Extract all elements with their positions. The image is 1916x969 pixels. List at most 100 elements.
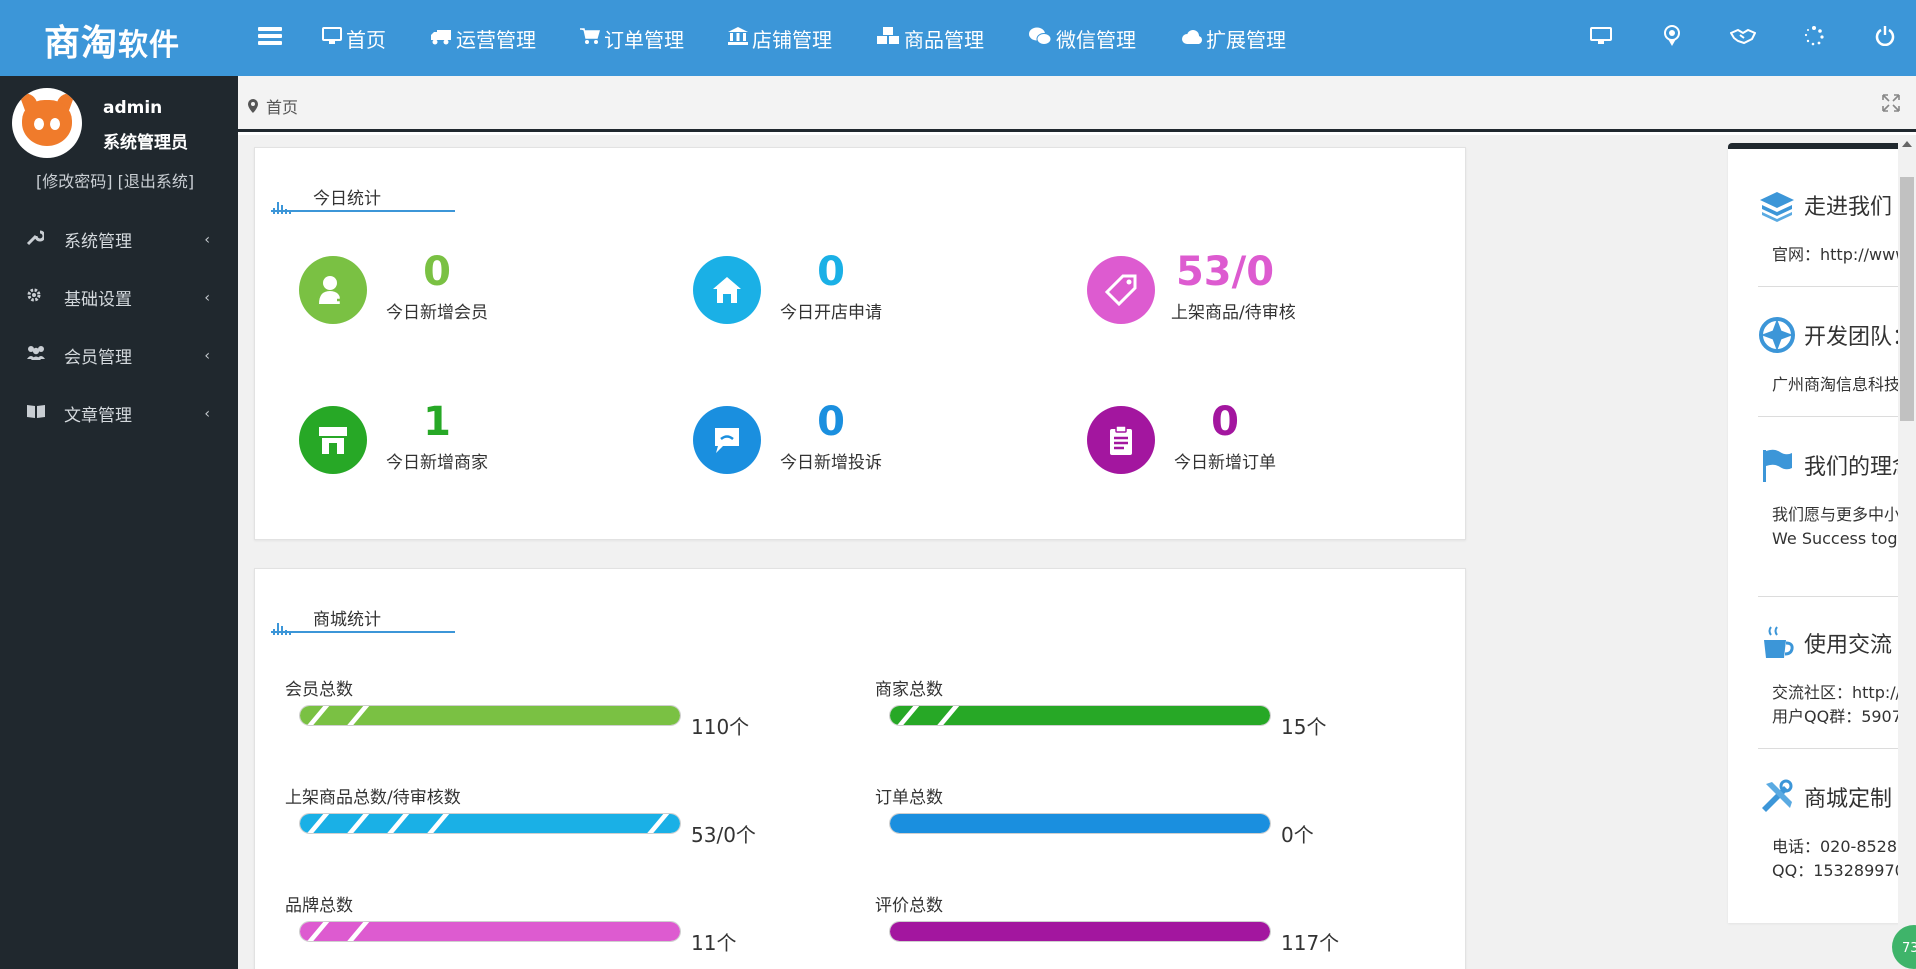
handshake-icon[interactable] — [1729, 26, 1757, 50]
cart-icon — [580, 26, 600, 50]
info-line: 电话：020-85289921 — [1772, 837, 1898, 856]
progress-stripe — [303, 706, 331, 725]
info-line: We Success together! — [1772, 529, 1898, 548]
nav-products[interactable]: 商品管理 — [876, 24, 984, 53]
nav-label: 商品管理 — [904, 27, 984, 52]
chart-bars-icon — [273, 200, 293, 214]
chat-icon — [693, 406, 761, 474]
stat-new-orders[interactable]: 0 今日新增订单 — [1087, 400, 1387, 480]
progress-fill — [890, 706, 1270, 725]
top-right-tools — [1543, 0, 1898, 76]
wechat-icon — [1028, 26, 1052, 51]
breadcrumb: 首页 — [248, 94, 298, 118]
progress-value: 0个 — [1281, 823, 1314, 847]
info-about: 走进我们 官网：http://www.wstmart.net — [1758, 185, 1898, 287]
nav-stores[interactable]: 店铺管理 — [728, 24, 832, 53]
store-icon — [299, 406, 367, 474]
fullscreen-icon[interactable] — [1882, 94, 1900, 112]
top-header: 商淘软件 首页 运营管理 订单管理 店铺管理 商品管理 微信管理 扩展管理 — [0, 0, 1916, 76]
progress-fill — [300, 922, 680, 941]
nav-extensions[interactable]: 扩展管理 — [1180, 24, 1286, 53]
stat-new-merchants[interactable]: 1 今日新增商家 — [299, 400, 599, 480]
scroll-thumb[interactable] — [1900, 177, 1914, 421]
progress-stripe — [933, 706, 961, 725]
info-team: 开发团队： 广州商淘信息科技有限公司 — [1758, 315, 1898, 417]
nav-wechat[interactable]: 微信管理 — [1028, 24, 1136, 53]
main-content: 今日统计 0 今日新增会员 0 今日开店申请 53/0 上架商品/待审核 1 今… — [238, 135, 1898, 969]
users-icon — [26, 345, 48, 365]
logo[interactable]: 商淘软件 — [44, 14, 180, 66]
info-head: 商城定制 — [1758, 777, 1892, 817]
nav-label: 店铺管理 — [752, 27, 832, 52]
info-line: 广州商淘信息科技有限公司 — [1772, 375, 1898, 394]
info-body: 交流社区：http://bbs.shangtao.net 用户QQ群：59075… — [1772, 681, 1898, 729]
stat-new-members[interactable]: 0 今日新增会员 — [299, 250, 599, 330]
progress-stripe — [423, 814, 451, 833]
scroll-up-arrow-icon[interactable] — [1902, 141, 1912, 147]
progress-label: 会员总数 — [285, 680, 353, 700]
panel-title-text: 商城统计 — [313, 610, 381, 630]
progress-value: 15个 — [1281, 715, 1327, 739]
progress-track — [299, 705, 681, 726]
sidebar-item-settings[interactable]: 基础设置 ‹ — [0, 268, 238, 326]
info-line[interactable]: 官网：http://www.wstmart.net — [1772, 243, 1898, 267]
today-stats-panel: 今日统计 0 今日新增会员 0 今日开店申请 53/0 上架商品/待审核 1 今… — [254, 147, 1466, 540]
progress-value: 11个 — [691, 931, 737, 955]
cloud-icon — [1180, 26, 1202, 50]
progress-orders: 订单总数 0个 — [875, 783, 1415, 847]
bank-icon — [728, 26, 748, 50]
sidebar-item-members[interactable]: 会员管理 ‹ — [0, 326, 238, 384]
logout-link[interactable]: [退出系统] — [118, 172, 195, 191]
menu-toggle-icon[interactable] — [258, 24, 282, 52]
home-icon — [693, 256, 761, 324]
nav-label: 运营管理 — [456, 27, 536, 52]
logo-text: 商淘 — [44, 22, 119, 64]
sidebar-item-label: 会员管理 — [64, 347, 132, 368]
map-pin-icon — [248, 99, 258, 113]
sidebar-item-articles[interactable]: 文章管理 ‹ — [0, 384, 238, 442]
chevron-left-icon: ‹ — [204, 406, 210, 422]
sidebar-item-system[interactable]: 系统管理 ‹ — [0, 210, 238, 268]
progress-stripe — [303, 814, 331, 833]
stat-products-on-shelf[interactable]: 53/0 上架商品/待审核 — [1087, 250, 1387, 330]
change-password-link[interactable]: [修改密码] — [36, 172, 113, 191]
nav-orders[interactable]: 订单管理 — [580, 24, 684, 53]
sidebar-item-label: 文章管理 — [64, 405, 132, 426]
location-icon[interactable] — [1659, 24, 1685, 52]
avatar[interactable] — [12, 88, 82, 158]
tag-icon — [1087, 256, 1155, 324]
nav-label: 订单管理 — [604, 27, 684, 52]
stat-new-complaints[interactable]: 0 今日新增投诉 — [693, 400, 993, 480]
progress-fill — [890, 814, 1270, 833]
info-body: 广州商淘信息科技有限公司 — [1772, 373, 1898, 397]
sidebar-item-label: 基础设置 — [64, 289, 132, 310]
panel-title-text: 今日统计 — [313, 189, 381, 209]
sidebar-item-label: 系统管理 — [64, 231, 132, 252]
power-icon[interactable] — [1872, 25, 1898, 51]
chevron-left-icon: ‹ — [204, 290, 210, 306]
nav-operations[interactable]: 运营管理 — [430, 24, 536, 53]
info-body: 我们愿与更多中小企业一起努力，一起成功! We Success together… — [1772, 503, 1898, 551]
progress-track — [889, 813, 1271, 834]
info-head: 我们的理念 — [1758, 445, 1898, 485]
info-body: 官网：http://www.wstmart.net — [1772, 243, 1898, 267]
progress-track — [889, 705, 1271, 726]
info-line: QQ：153289970 — [1772, 861, 1898, 880]
desktop-icon[interactable] — [1588, 26, 1614, 50]
vertical-scrollbar[interactable] — [1898, 135, 1916, 969]
stat-store-applications[interactable]: 0 今日开店申请 — [693, 250, 993, 330]
nav-label: 扩展管理 — [1206, 27, 1286, 52]
stat-value: 0 — [423, 249, 451, 295]
info-body: 电话：020-85289921 QQ：153289970 — [1772, 835, 1898, 883]
info-line[interactable]: 交流社区：http://bbs.shangtao.net — [1772, 681, 1898, 705]
side-menu: 系统管理 ‹ 基础设置 ‹ 会员管理 ‹ 文章管理 ‹ — [0, 210, 238, 442]
progress-stripe — [643, 814, 671, 833]
progress-label: 品牌总数 — [285, 896, 353, 916]
flag-icon — [1763, 449, 1792, 482]
progress-value: 117个 — [1281, 931, 1340, 955]
progress-stripe — [893, 706, 921, 725]
spinner-icon[interactable] — [1801, 25, 1827, 51]
breadcrumb-home[interactable]: 首页 — [266, 94, 298, 118]
info-line: 用户QQ群：590755485 — [1772, 707, 1898, 726]
nav-home[interactable]: 首页 — [322, 24, 386, 53]
